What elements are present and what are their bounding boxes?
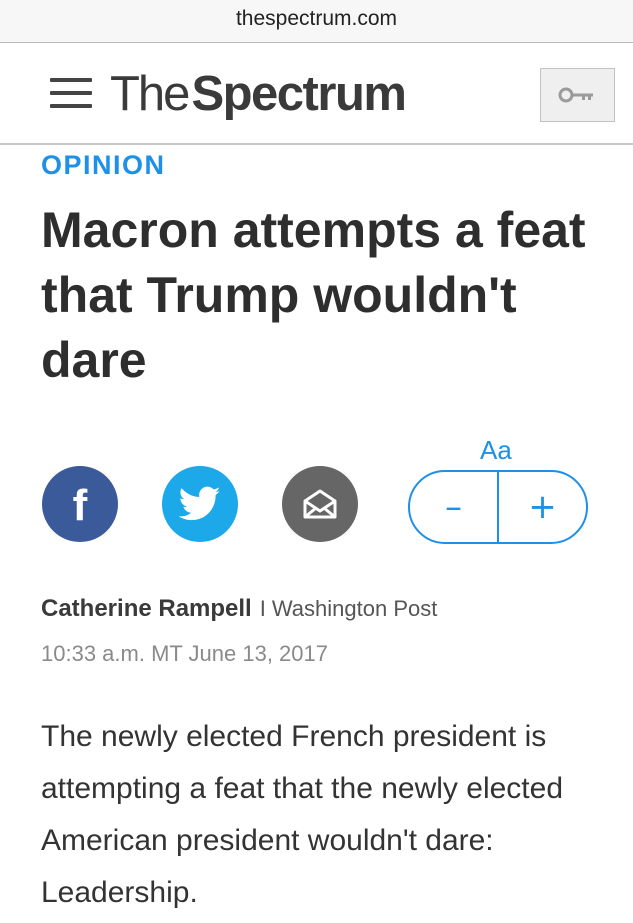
- browser-url-bar[interactable]: thespectrum.com: [0, 0, 633, 43]
- email-icon: [303, 489, 337, 519]
- site-header: The Spectrum: [0, 44, 633, 145]
- share-toolbar: f Aa – +: [0, 430, 633, 550]
- login-button[interactable]: [540, 68, 615, 122]
- text-size-label: Aa: [480, 435, 512, 465]
- facebook-icon: f: [72, 481, 88, 530]
- site-logo[interactable]: The Spectrum: [110, 66, 407, 122]
- key-icon: [558, 87, 593, 103]
- article-lede: The newly elected French president is at…: [41, 720, 563, 909]
- twitter-icon: [179, 486, 221, 521]
- email-share-button[interactable]: [282, 466, 358, 542]
- byline-separator: I: [259, 596, 266, 621]
- decrease-text-size-button[interactable]: –: [410, 472, 497, 542]
- twitter-share-button[interactable]: [162, 466, 238, 542]
- section-label[interactable]: OPINION: [41, 150, 166, 181]
- article-timestamp: 10:33 a.m. MT June 13, 2017: [41, 641, 328, 666]
- article-source: Washington Post: [271, 596, 438, 621]
- increase-text-size-button[interactable]: +: [499, 472, 586, 542]
- hamburger-menu-icon[interactable]: [50, 78, 92, 108]
- article-headline: Macron attempts a feat that Trump wouldn…: [41, 202, 586, 388]
- text-size-control: – +: [408, 470, 588, 544]
- facebook-share-button[interactable]: f: [42, 466, 118, 542]
- author-name[interactable]: Catherine Rampell: [41, 595, 252, 623]
- url-text: thespectrum.com: [235, 7, 398, 30]
- byline: Catherine Rampell I Washington Post: [41, 595, 437, 623]
- logo-text-bold: Spectrum: [191, 67, 407, 121]
- logo-text-light: The: [110, 67, 190, 121]
